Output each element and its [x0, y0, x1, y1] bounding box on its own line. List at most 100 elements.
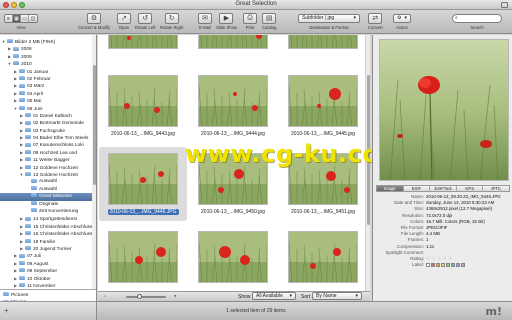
folder-tree-item[interactable]: ▶ 02 Februar	[0, 75, 96, 82]
label-swatch[interactable]	[426, 263, 430, 268]
convert-modify-button[interactable]: ⚙ Convert & Modify	[78, 12, 110, 30]
disclosure-closed-icon[interactable]: ▶	[19, 223, 24, 230]
folder-tree-item[interactable]: Originale	[0, 200, 96, 208]
folder-tree-item[interactable]: ▶ 19 Familie	[0, 238, 96, 245]
grid-scroll-thumb[interactable]	[367, 75, 370, 225]
folder-tree-item[interactable]: ▼ 2010	[0, 60, 96, 67]
info-tab[interactable]: IPTC	[483, 186, 509, 191]
disclosure-closed-icon[interactable]: ▶	[13, 275, 18, 282]
folder-tree-item[interactable]: Auswahl	[0, 186, 96, 193]
folder-tree-item[interactable]: ▶ 2006	[0, 45, 96, 52]
thumbnail-item[interactable]	[279, 225, 367, 299]
folder-tree-item[interactable]: ▶ 07 Kanutenschloss Loki	[0, 141, 96, 148]
disclosure-closed-icon[interactable]: ▶	[19, 134, 24, 141]
folder-tree-item[interactable]: Auswahl	[0, 178, 96, 185]
thumbnail-image[interactable]	[108, 153, 178, 205]
toolbar-toggle-button[interactable]	[501, 2, 508, 8]
thumbnail-item[interactable]: 2010-06-13_...IMG_9450.jpg	[189, 147, 277, 221]
info-tab[interactable]: Image	[377, 186, 404, 191]
thumbnail-image[interactable]	[198, 231, 268, 283]
thumbnail-item[interactable]	[189, 35, 277, 65]
thumbnail-image[interactable]	[108, 35, 178, 49]
rating-stars[interactable]: ☆ ☆ ☆ ☆ ☆	[426, 256, 452, 262]
thumbnail-image[interactable]	[198, 153, 268, 205]
convert-button[interactable]: ⇄ Convert	[368, 12, 383, 30]
folder-tree-item[interactable]: ▶ 01 Daniel Kalbach	[0, 112, 96, 119]
label-swatch[interactable]	[451, 263, 455, 268]
disclosure-closed-icon[interactable]: ▶	[13, 97, 18, 104]
label-swatch[interactable]	[446, 263, 450, 268]
folder-tree-item[interactable]: ▶ 09 September	[0, 267, 96, 274]
disclosure-closed-icon[interactable]: ▶	[13, 75, 18, 82]
folder-tree-item[interactable]: ▶ 2009	[0, 53, 96, 60]
open-button[interactable]: ↗ Open	[117, 12, 131, 30]
disclosure-closed-icon[interactable]: ▶	[7, 45, 12, 52]
thumbnail-item[interactable]: 2010-06-13_...IMG_9451.jpg	[279, 147, 367, 221]
label-swatch[interactable]	[456, 263, 460, 268]
star-icon[interactable]: ☆	[426, 256, 430, 262]
thumbnail-image[interactable]	[198, 35, 268, 49]
folder-tree-item[interactable]: ▶ 20 Jugend Turnier	[0, 245, 96, 252]
disclosure-closed-icon[interactable]: ▶	[19, 127, 24, 134]
thumbnail-item[interactable]: 2010-06-13_...IMG_9445.jpg	[279, 69, 367, 143]
folder-tree-item[interactable]: ▶ 07 Juli	[0, 252, 96, 259]
thumbnail-item[interactable]	[279, 35, 367, 65]
thumbnail-image[interactable]	[198, 75, 268, 127]
disclosure-closed-icon[interactable]: ▶	[19, 245, 24, 252]
folder-tree-item[interactable]: ▶ 12 Goldene Hochzeit	[0, 164, 96, 171]
sidebar-scrollbar[interactable]	[92, 35, 96, 289]
disclosure-closed-icon[interactable]: ▶	[19, 230, 24, 237]
disclosure-closed-icon[interactable]: ▶	[13, 82, 18, 89]
folder-tree-item[interactable]: Great Selection	[0, 193, 96, 201]
label-swatch[interactable]	[431, 263, 435, 268]
disclosure-open-icon[interactable]: ▼	[7, 60, 12, 67]
email-button[interactable]: ✉ E-Mail	[198, 12, 212, 30]
fullscreen-view-icon[interactable]: ◫	[29, 14, 37, 22]
folder-tree-item[interactable]: ▶ 14 Sportgottesdienst	[0, 215, 96, 222]
catalog-button[interactable]: ▤ Catalog	[262, 12, 276, 30]
search-input[interactable]: ⌕	[452, 13, 502, 23]
folder-tree-item[interactable]: ▶ 01 Januar	[0, 68, 96, 75]
disclosure-closed-icon[interactable]: ▶	[13, 267, 18, 274]
action-menu[interactable]: ⚙ ▾ Action	[393, 12, 411, 30]
disclosure-closed-icon[interactable]: ▶	[19, 119, 24, 126]
disclosure-closed-icon[interactable]: ▶	[19, 238, 24, 245]
disclosure-closed-icon[interactable]: ▶	[19, 156, 24, 163]
folder-tree-item[interactable]: ▶ 03 Fuchsgrube	[0, 127, 96, 134]
folder-tree-item[interactable]: ▶ 04 April	[0, 90, 96, 97]
folder-tree-item[interactable]: ▶ 02 Brotmarkt Gemeinde	[0, 119, 96, 126]
thumbnail-image[interactable]	[288, 153, 358, 205]
disclosure-closed-icon[interactable]: ▶	[13, 90, 18, 97]
show-select[interactable]: All Available ▾	[252, 292, 296, 300]
folder-tree-item[interactable]: ▶ 16 Christenfelder Abschluss	[0, 230, 96, 237]
slider-knob[interactable]	[136, 294, 142, 299]
folder-tree-item[interactable]: ▼ 06 Juni	[0, 105, 96, 112]
print-button[interactable]: ⎙ Print	[243, 12, 257, 30]
disclosure-closed-icon[interactable]: ▶	[19, 141, 24, 148]
disclosure-open-icon[interactable]: ▼	[1, 38, 6, 45]
disclosure-open-icon[interactable]: ▼	[19, 171, 24, 178]
folder-tree-item[interactable]: ▶ 08 August	[0, 260, 96, 267]
folder-tree-item[interactable]: ▼ Bilder 2 MB (FINK)	[0, 38, 96, 45]
disclosure-closed-icon[interactable]: ▶	[7, 53, 12, 60]
label-swatch[interactable]	[461, 263, 465, 268]
folder-tree-item[interactable]: ▶ 05 Mai	[0, 97, 96, 104]
disclosure-closed-icon[interactable]: ▶	[13, 260, 18, 267]
folder-tree-item[interactable]: ▶ 03 März	[0, 82, 96, 89]
info-tab[interactable]: EXIF	[403, 186, 431, 191]
folder-tree-item[interactable]: ▶ 10 Oktober	[0, 275, 96, 282]
destination-format-select[interactable]: Subfolder | jpg ▾	[298, 13, 360, 23]
grid-scrollbar[interactable]	[365, 35, 370, 301]
star-icon[interactable]: ☆	[437, 256, 441, 262]
star-icon[interactable]: ☆	[442, 256, 446, 262]
folder-tree-item[interactable]: Zeit Konvertierung	[0, 208, 96, 215]
info-tab[interactable]: EXIFTool	[430, 186, 457, 191]
folder-tree-item[interactable]: ▶ 08 Hochzeit Lea und	[0, 149, 96, 156]
rotate-left-button[interactable]: ↺ Rotate Left	[135, 12, 156, 30]
thumbnail-image[interactable]	[108, 75, 178, 127]
star-icon[interactable]: ☆	[431, 256, 435, 262]
thumbnail-image[interactable]	[288, 231, 358, 283]
thumbnail-item[interactable]: 2010-06-13_...IMG_9444.jpg	[189, 69, 277, 143]
disclosure-closed-icon[interactable]: ▶	[13, 252, 18, 259]
thumb-size-slider[interactable]	[126, 294, 166, 299]
